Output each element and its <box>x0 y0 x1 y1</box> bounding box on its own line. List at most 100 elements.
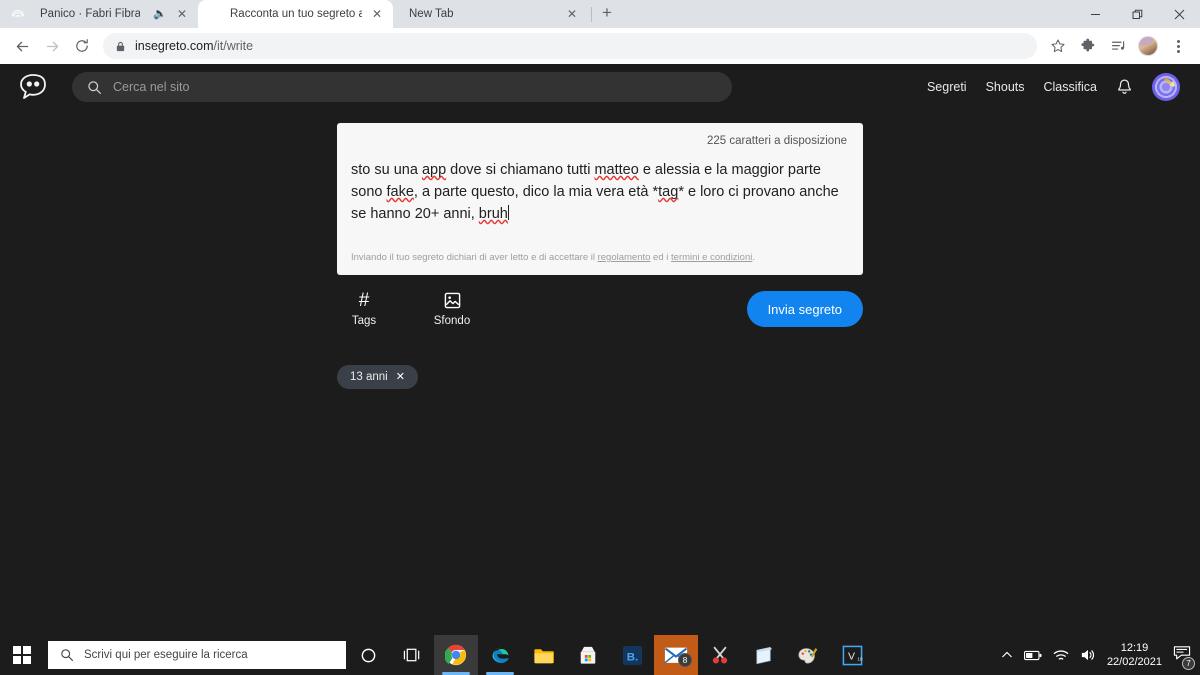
reload-icon[interactable] <box>68 32 96 60</box>
text-cursor <box>507 205 509 220</box>
paint-icon[interactable] <box>786 635 830 675</box>
snipping-tool-icon[interactable] <box>698 635 742 675</box>
bookmark-star-icon[interactable] <box>1044 32 1072 60</box>
tab-title: Panico · Fabri Fibra, Neffa <box>40 8 141 20</box>
chrome-browser-window: Panico · Fabri Fibra, Neffa 🔈 ✕ Racconta… <box>0 0 1200 635</box>
taskbar-clock[interactable]: 12:19 22/02/2021 <box>1107 641 1162 669</box>
lock-icon <box>115 41 126 52</box>
search-icon <box>60 648 74 662</box>
close-icon[interactable] <box>1158 0 1200 28</box>
termini-condizioni-link[interactable]: termini e condizioni <box>671 252 752 263</box>
insegreto-page: Cerca nel sito Segreti Shouts Classifica… <box>0 64 1200 635</box>
volume-icon[interactable] <box>1080 648 1096 662</box>
chrome-menu-icon[interactable] <box>1164 32 1192 60</box>
image-icon <box>444 291 461 310</box>
character-counter: 225 caratteri a disposizione <box>707 135 847 147</box>
windows-start-icon[interactable] <box>0 635 44 675</box>
extensions-puzzle-icon[interactable] <box>1074 32 1102 60</box>
show-hidden-icons-icon[interactable] <box>1001 649 1013 661</box>
file-explorer-icon[interactable] <box>522 635 566 675</box>
insegreto-bubble-icon <box>208 7 223 22</box>
tag-chip-label: 13 anni <box>350 371 388 383</box>
url-domain: insegreto.com <box>135 39 214 53</box>
disclaimer-middle: ed i <box>650 252 672 263</box>
secret-textarea[interactable]: sto su una app dove si chiamano tutti ma… <box>351 159 849 227</box>
tag-remove-icon[interactable]: ✕ <box>396 371 405 383</box>
url-text: insegreto.com/it/write <box>135 39 253 53</box>
vsdc-editor-icon[interactable]: V 10 <box>830 635 874 675</box>
mail-icon[interactable]: 8 <box>654 635 698 675</box>
svg-text:B.: B. <box>626 651 637 663</box>
bluestacks-icon[interactable]: B. <box>610 635 654 675</box>
address-bar[interactable]: insegreto.com/it/write <box>103 33 1037 59</box>
profile-avatar[interactable] <box>1134 32 1162 60</box>
selected-tags-list: 13 anni ✕ <box>337 327 863 389</box>
nav-item-shouts[interactable]: Shouts <box>986 80 1025 94</box>
tab-strip: Panico · Fabri Fibra, Neffa 🔈 ✕ Racconta… <box>0 0 1200 28</box>
mail-badge: 8 <box>678 653 692 667</box>
composer-actions: # Tags Sfondo Invia segreto <box>337 275 863 327</box>
chrome-icon[interactable] <box>434 635 478 675</box>
action-center-icon[interactable]: 7 <box>1173 645 1195 670</box>
tags-label: Tags <box>351 315 377 327</box>
disclaimer-prefix: Inviando il tuo segreto dichiari di aver… <box>351 252 598 263</box>
minimize-icon[interactable] <box>1074 0 1116 28</box>
sticky-notes-icon[interactable] <box>742 635 786 675</box>
tab-close-button[interactable]: ✕ <box>174 6 190 22</box>
nav-item-classifica[interactable]: Classifica <box>1044 80 1098 94</box>
tab-close-button[interactable]: ✕ <box>369 6 385 22</box>
browser-toolbar: insegreto.com/it/write <box>0 28 1200 64</box>
search-icon <box>87 80 102 95</box>
action-center-badge: 7 <box>1182 656 1195 670</box>
regolamento-link[interactable]: regolamento <box>598 252 651 263</box>
system-tray: 12:19 22/02/2021 7 <box>1001 641 1200 670</box>
tab-audio-icon[interactable]: 🔈 <box>147 8 167 20</box>
back-icon[interactable] <box>8 32 36 60</box>
windows-taskbar: Scrivi qui per eseguire la ricerca B. 8 … <box>0 635 1200 675</box>
tab-title: Racconta un tuo segreto anonim <box>230 8 362 20</box>
taskbar-search-input[interactable]: Scrivi qui per eseguire la ricerca <box>48 641 346 669</box>
media-list-icon[interactable] <box>1104 32 1132 60</box>
browser-tab-spotify[interactable]: Panico · Fabri Fibra, Neffa 🔈 ✕ <box>8 0 198 28</box>
microsoft-store-icon[interactable] <box>566 635 610 675</box>
hash-icon: # <box>358 290 370 311</box>
insegreto-logo[interactable] <box>16 70 50 104</box>
clock-date: 22/02/2021 <box>1106 656 1162 668</box>
window-controls <box>1074 0 1200 28</box>
tags-button[interactable]: # Tags <box>337 291 391 327</box>
user-avatar-dartboard[interactable] <box>1152 73 1180 101</box>
spotify-icon <box>16 7 33 22</box>
taskbar-search-placeholder: Scrivi qui per eseguire la ricerca <box>84 649 248 661</box>
new-tab-button[interactable]: + <box>595 4 619 21</box>
background-label: Sfondo <box>433 315 471 327</box>
forward-icon[interactable] <box>38 32 66 60</box>
battery-icon[interactable] <box>1023 650 1042 661</box>
composer-disclaimer: Inviando il tuo segreto dichiari di aver… <box>351 251 849 265</box>
tag-chip[interactable]: 13 anni ✕ <box>337 365 418 389</box>
task-view-icon[interactable] <box>390 635 434 675</box>
background-button[interactable]: Sfondo <box>425 291 479 327</box>
tab-title: New Tab <box>409 8 454 20</box>
browser-tab-insegreto[interactable]: Racconta un tuo segreto anonim ✕ <box>198 0 393 28</box>
clock-time: 12:19 <box>1120 642 1149 654</box>
secret-text-content: sto su una app dove si chiamano tutti ma… <box>351 162 839 222</box>
browser-tab-new-tab[interactable]: New Tab ✕ <box>393 0 588 28</box>
search-input[interactable]: Cerca nel sito <box>72 72 732 102</box>
nav-item-segreti[interactable]: Segreti <box>927 80 967 94</box>
tab-close-button[interactable]: ✕ <box>564 6 580 22</box>
svg-text:V: V <box>848 650 855 662</box>
cortana-circle-icon[interactable] <box>346 635 390 675</box>
submit-secret-button[interactable]: Invia segreto <box>746 291 863 327</box>
url-path: /it/write <box>213 39 254 53</box>
restore-icon[interactable] <box>1116 0 1158 28</box>
search-placeholder: Cerca nel sito <box>113 80 190 94</box>
site-header: Cerca nel sito Segreti Shouts Classifica <box>0 64 1200 110</box>
disclaimer-suffix: . <box>752 252 755 263</box>
edge-icon[interactable] <box>478 635 522 675</box>
wifi-icon[interactable] <box>1053 649 1069 662</box>
secret-composer-card: 225 caratteri a disposizione sto su una … <box>337 123 863 275</box>
notifications-bell-icon[interactable] <box>1116 78 1133 96</box>
composer-area: 225 caratteri a disposizione sto su una … <box>0 110 1200 389</box>
site-nav: Segreti Shouts Classifica <box>927 73 1184 101</box>
tab-separator <box>591 6 592 22</box>
